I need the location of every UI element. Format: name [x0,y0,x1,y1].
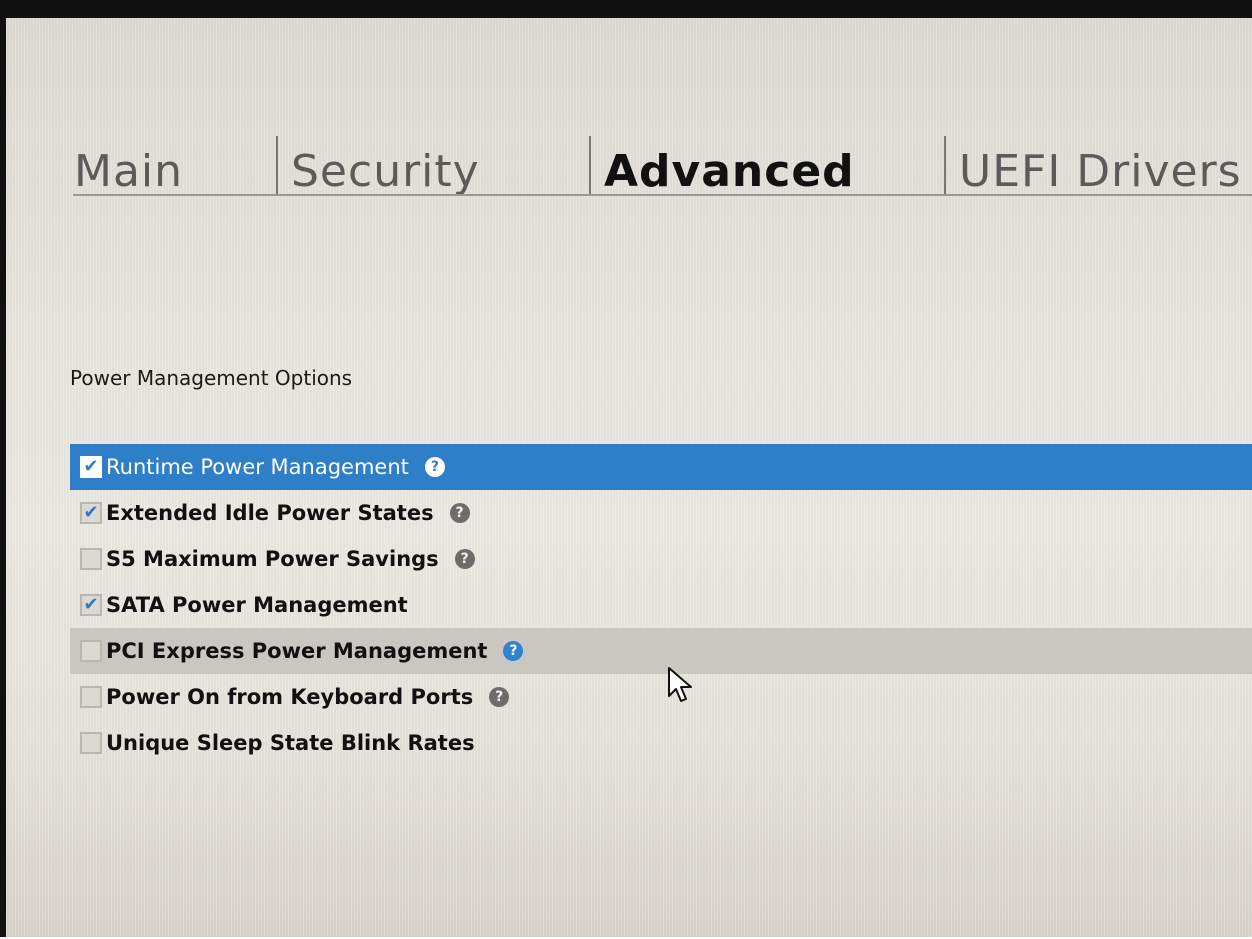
bios-screen: Main Security Advanced UEFI Drivers Powe… [6,18,1252,939]
option-label: S5 Maximum Power Savings [106,547,439,571]
checkbox[interactable]: ✔ [80,594,102,616]
option-unique-sleep-state-blink-rates[interactable]: Unique Sleep State Blink Rates [70,720,1252,766]
tab-separator [944,136,946,194]
checkmark-icon: ✔ [83,456,99,477]
tabs-underline [73,194,1252,196]
option-sata-power-management[interactable]: ✔ SATA Power Management [70,582,1252,628]
checkbox[interactable] [80,732,102,754]
checkmark-icon: ✔ [83,594,99,615]
question-mark-icon[interactable]: ? [449,503,470,523]
question-mark-icon[interactable]: ? [489,687,510,707]
tab-separator [589,136,591,194]
checkmark-icon: ✔ [83,502,99,523]
checkbox[interactable]: ✔ [80,502,102,524]
checkbox[interactable] [80,548,102,570]
tab-advanced[interactable]: Advanced [604,146,855,197]
mouse-pointer-icon [668,667,692,702]
option-s5-maximum-power-savings[interactable]: S5 Maximum Power Savings ? [70,536,1252,582]
section-title: Power Management Options [70,366,353,390]
question-mark-icon[interactable]: ? [424,457,445,477]
option-label: Runtime Power Management [106,455,409,479]
tab-bar: Main Security Advanced UEFI Drivers [6,128,1252,208]
option-runtime-power-management[interactable]: ✔ Runtime Power Management ? [70,444,1252,490]
tab-uefi-drivers[interactable]: UEFI Drivers [959,146,1242,197]
options-list: ✔ Runtime Power Management ? ✔ Extended … [70,444,1252,766]
tab-separator [276,136,278,194]
tab-security[interactable]: Security [291,146,480,197]
option-label: PCI Express Power Management [106,639,488,663]
option-label: SATA Power Management [106,593,408,617]
option-extended-idle-power-states[interactable]: ✔ Extended Idle Power States ? [70,490,1252,536]
question-mark-icon[interactable]: ? [454,549,475,569]
checkbox[interactable] [80,686,102,708]
option-power-on-from-keyboard-ports[interactable]: Power On from Keyboard Ports ? [70,674,1252,720]
option-label: Extended Idle Power States [106,501,434,525]
tab-main[interactable]: Main [74,146,183,197]
photo-frame: Main Security Advanced UEFI Drivers Powe… [0,0,1252,939]
option-label: Power On from Keyboard Ports [106,685,474,709]
checkbox[interactable]: ✔ [80,456,102,478]
option-label: Unique Sleep State Blink Rates [106,731,475,755]
checkbox[interactable] [80,640,102,662]
question-mark-icon[interactable]: ? [503,641,524,661]
option-pci-express-power-management[interactable]: PCI Express Power Management ? [70,628,1252,674]
